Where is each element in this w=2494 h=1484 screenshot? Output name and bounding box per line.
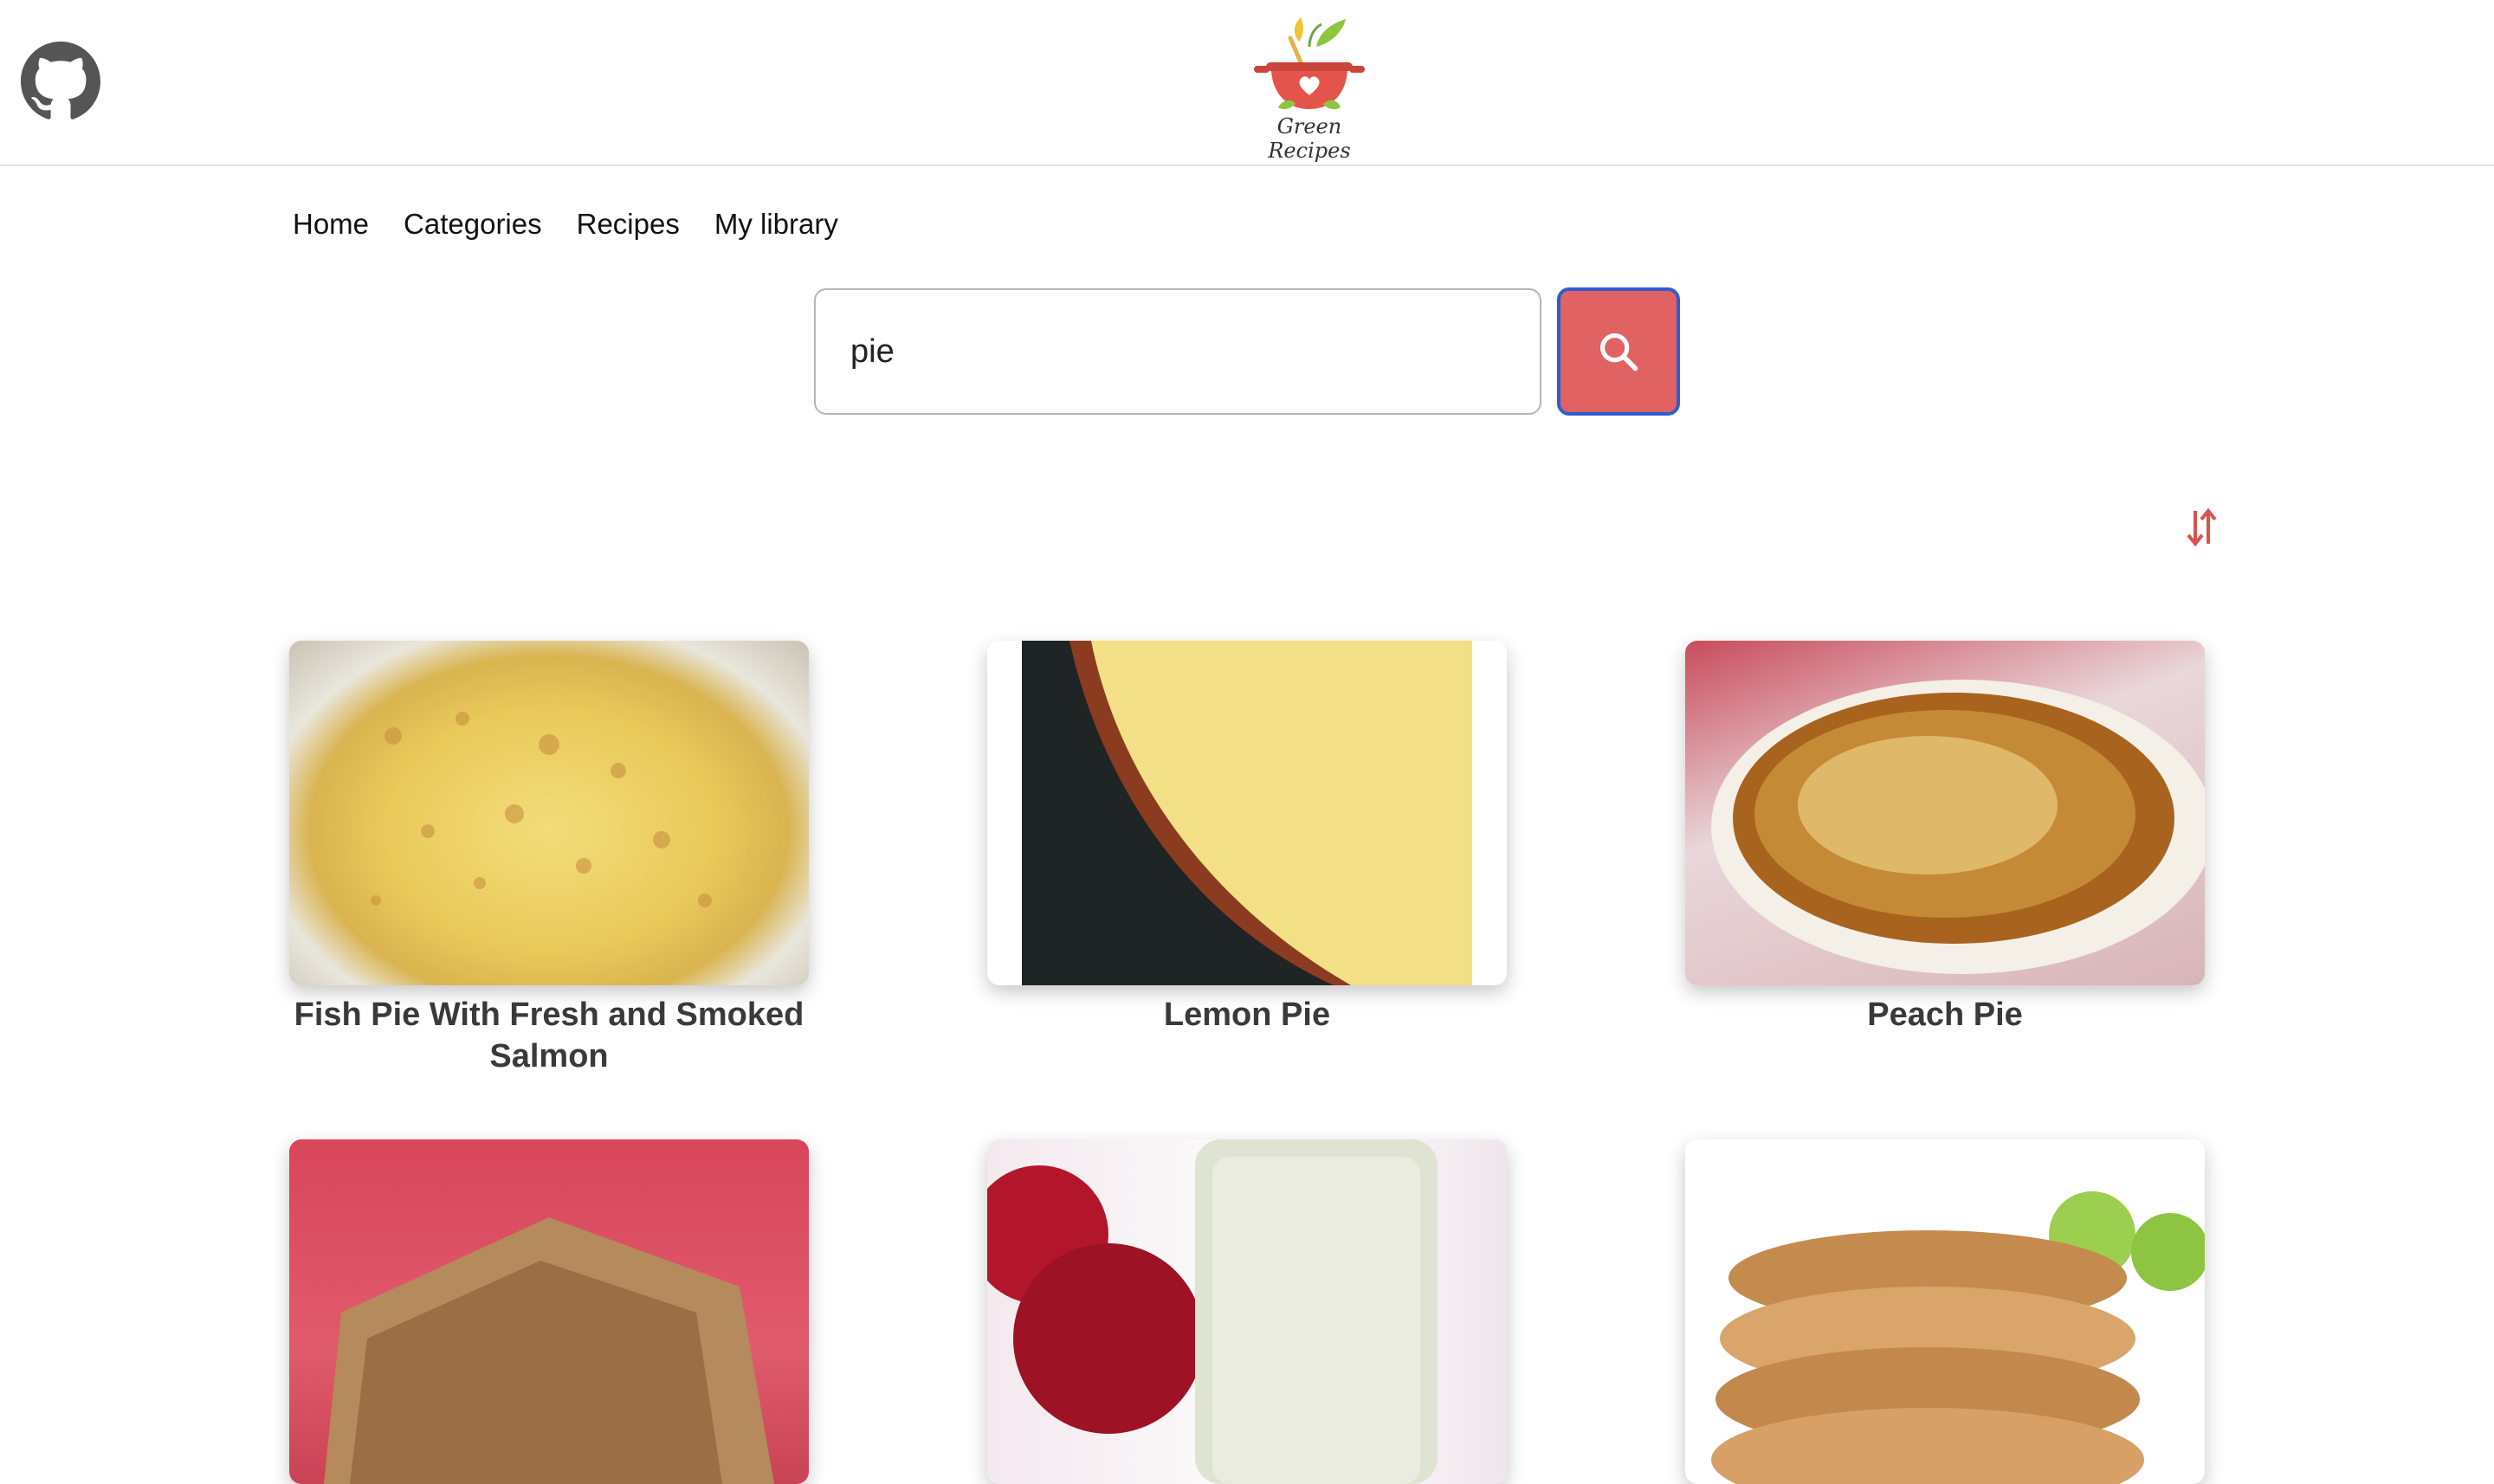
recipe-title: Fish Pie With Fresh and Smoked Salmon bbox=[294, 997, 804, 1074]
recipe-card[interactable] bbox=[289, 1139, 809, 1484]
sort-button[interactable] bbox=[2184, 507, 2219, 547]
search-icon bbox=[1599, 332, 1638, 371]
github-icon[interactable] bbox=[21, 42, 100, 121]
recipe-card[interactable]: Peach Pie bbox=[1685, 641, 2205, 1036]
nav-recipes[interactable]: Recipes bbox=[577, 208, 680, 241]
search-button[interactable] bbox=[1557, 287, 1680, 416]
recipe-image-fish-pie bbox=[289, 641, 809, 985]
recipe-image-apple-smoothie bbox=[987, 1139, 1507, 1484]
recipe-image-lemon-pie bbox=[987, 641, 1507, 985]
nav-categories[interactable]: Categories bbox=[404, 208, 542, 241]
recipe-card[interactable] bbox=[1685, 1139, 2205, 1484]
recipe-card[interactable]: Lemon Pie bbox=[987, 641, 1507, 1036]
recipe-image-pancakes bbox=[1685, 1139, 2205, 1484]
cooking-pot-logo[interactable]: Green Recipes bbox=[1240, 12, 1379, 163]
search-input[interactable] bbox=[814, 288, 1541, 415]
logo-text: Green Recipes bbox=[1268, 114, 1351, 163]
top-bar: Green Recipes bbox=[0, 0, 2494, 166]
recipe-card[interactable] bbox=[987, 1139, 1507, 1484]
main-nav: Home Categories Recipes My library bbox=[293, 208, 838, 241]
sort-arrows-icon bbox=[2187, 507, 2217, 547]
nav-my-library[interactable]: My library bbox=[714, 208, 838, 241]
recipe-title: Lemon Pie bbox=[1163, 997, 1331, 1033]
nav-home[interactable]: Home bbox=[293, 208, 369, 241]
recipe-card[interactable]: Fish Pie With Fresh and Smoked Salmon bbox=[289, 641, 809, 1077]
recipe-image-blondies bbox=[289, 1139, 809, 1484]
recipe-title: Peach Pie bbox=[1867, 997, 2023, 1033]
recipe-image-peach-pie bbox=[1685, 641, 2205, 985]
